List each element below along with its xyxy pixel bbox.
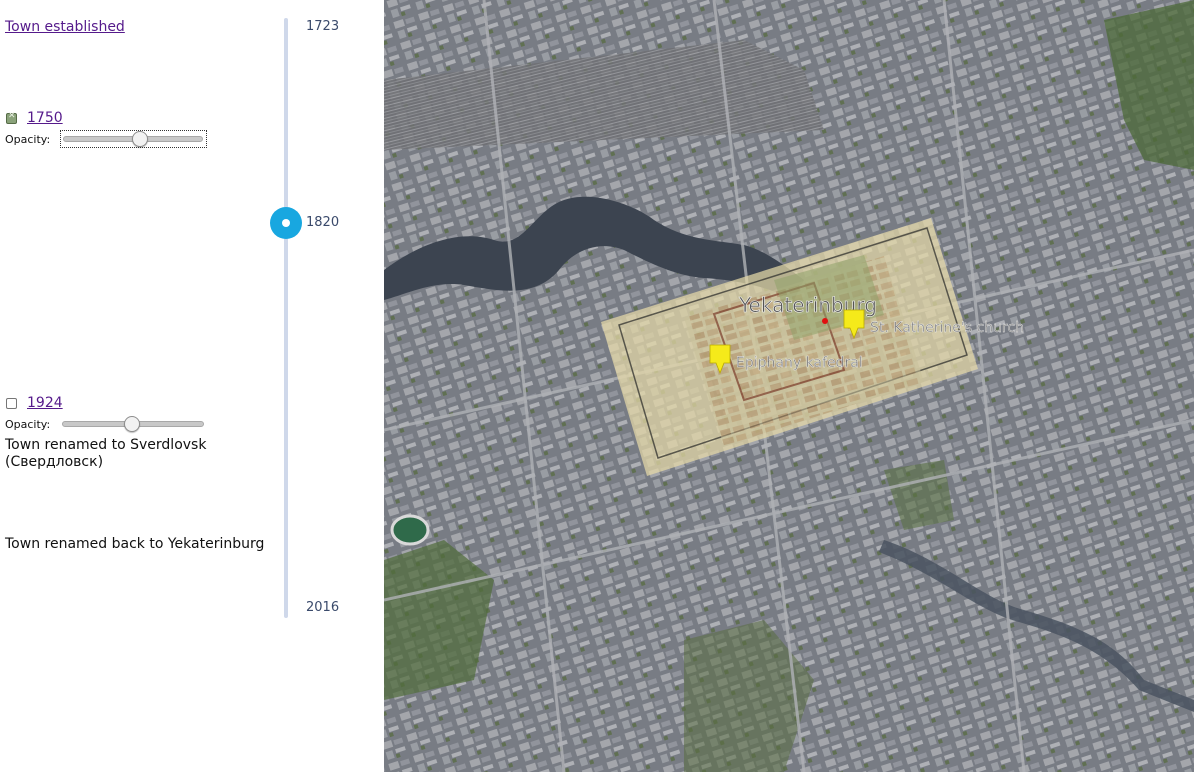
timeline-start-label: 1723 [306, 19, 340, 34]
event-link-town-established[interactable]: Town established [5, 19, 125, 35]
event-renamed-sverdlovsk: Town renamed to Sverdlovsk (Свердловск) [5, 437, 207, 470]
layer-1750-opacity-slider[interactable] [60, 130, 207, 148]
marker-label: Epiphany kafedral [736, 355, 863, 371]
layer-1750-opacity-label: Opacity: [5, 133, 51, 146]
layer-1750-opacity-thumb[interactable] [132, 131, 148, 147]
layer-1924-opacity-thumb[interactable] [124, 416, 140, 432]
satellite-map[interactable]: Yekaterinburg St. Katherine's church Epi… [384, 0, 1194, 772]
layer-1924-link[interactable]: 1924 [27, 395, 63, 411]
timeline-end-label: 2016 [306, 600, 340, 615]
timeline-current-label: 1820 [306, 215, 340, 230]
layer-1750-checkbox[interactable] [6, 111, 17, 124]
event-renamed-yekaterinburg: Town renamed back to Yekaterinburg [5, 536, 265, 552]
layer-1750-link[interactable]: 1750 [27, 110, 63, 126]
layer-1924-opacity-slider[interactable] [60, 416, 205, 432]
timeline-handle[interactable] [270, 207, 302, 239]
marker-label: St. Katherine's church [870, 320, 1024, 336]
layer-1924-opacity-label: Opacity: [5, 418, 51, 431]
layer-1924-checkbox[interactable] [6, 398, 17, 409]
satellite-map-canvas: Yekaterinburg St. Katherine's church Epi… [384, 0, 1194, 772]
timeline-track[interactable] [284, 18, 288, 618]
timeline-panel: Town established 1750 Opacity: 1924 Opac… [0, 0, 384, 772]
stadium [390, 514, 430, 546]
city-center-dot [822, 318, 828, 324]
